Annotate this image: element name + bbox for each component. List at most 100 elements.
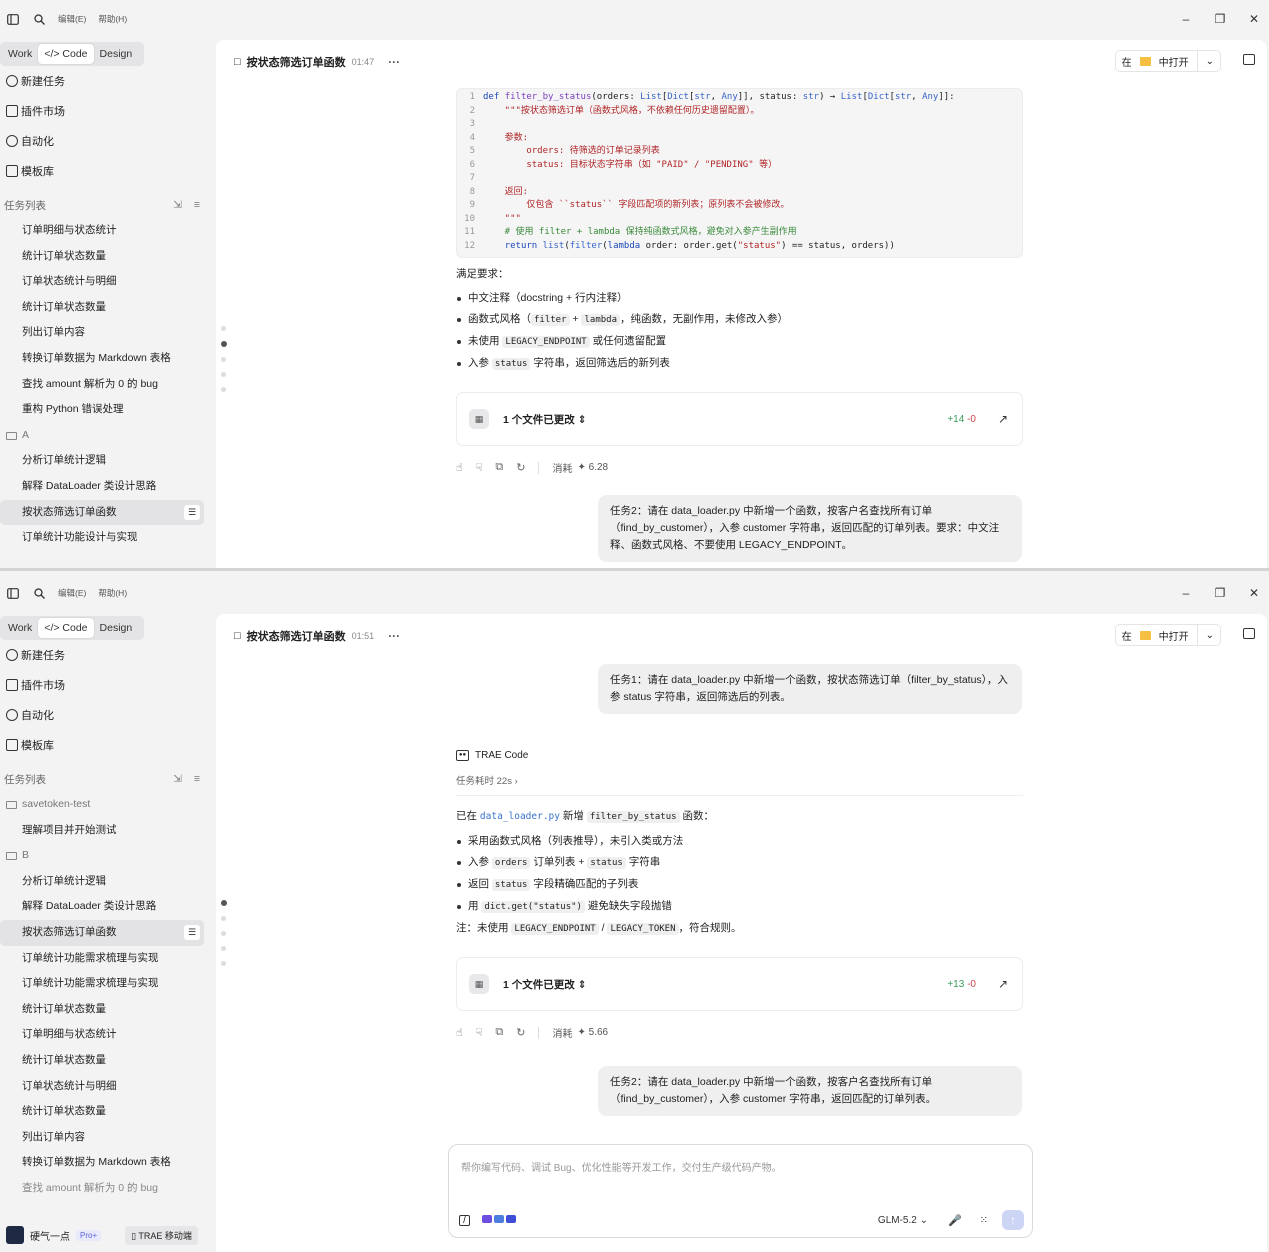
retry-icon[interactable]: ↻ bbox=[516, 461, 525, 474]
more-icon[interactable]: ··· bbox=[388, 629, 400, 643]
composer[interactable]: 帮你编写代码、调试 Bug、优化性能等开发工作，交付生产级代码产物。 / GLM… bbox=[448, 1144, 1033, 1238]
task-item[interactable]: 列出订单内容 bbox=[0, 1125, 204, 1151]
sidebar-toggle-icon[interactable] bbox=[6, 12, 20, 26]
sidebar-toggle-icon[interactable] bbox=[6, 586, 20, 600]
task-item[interactable]: 列出订单内容 bbox=[0, 320, 204, 346]
task-item[interactable]: 解释 DataLoader 类设计思路 bbox=[0, 894, 204, 920]
files-changed-label[interactable]: 1 个文件已更改 ⇕ bbox=[503, 977, 587, 992]
task-item[interactable]: 重构 Python 错误处理 bbox=[0, 397, 204, 423]
slash-command-icon[interactable]: / bbox=[459, 1214, 470, 1226]
collapse-icon[interactable]: ⇲ bbox=[173, 773, 182, 785]
nav-plugin-market[interactable]: 插件市场 bbox=[0, 670, 214, 700]
retry-icon[interactable]: ↻ bbox=[516, 1026, 525, 1039]
chevron-down-icon[interactable]: ⌄ bbox=[1206, 56, 1214, 67]
send-button[interactable]: ↑ bbox=[1002, 1210, 1024, 1230]
open-external-icon[interactable]: ↗ bbox=[998, 412, 1008, 426]
task-tree-icon[interactable]: ☰ bbox=[184, 504, 200, 520]
nav-automation[interactable]: 自动化 bbox=[0, 700, 214, 730]
scroll-indicator[interactable] bbox=[221, 326, 227, 392]
open-in-button[interactable]: 在 中打开 ⌄ bbox=[1114, 624, 1221, 646]
task-duration[interactable]: 任务耗时 22s › bbox=[456, 773, 1023, 796]
video-icon[interactable] bbox=[482, 1215, 492, 1223]
nav-new-task[interactable]: 新建任务 bbox=[0, 640, 214, 670]
mode-code[interactable]: </> Code bbox=[38, 618, 94, 638]
user-name[interactable]: 硬气一点 bbox=[30, 1228, 70, 1243]
task-item[interactable]: 订单明细与状态统计 bbox=[0, 1022, 204, 1048]
more-icon[interactable]: ··· bbox=[388, 55, 400, 69]
menu-help[interactable]: 帮助(H) bbox=[98, 587, 127, 599]
task-item[interactable]: 分析订单统计逻辑 bbox=[0, 869, 204, 895]
folder-a[interactable]: A bbox=[0, 423, 214, 449]
menu-edit[interactable]: 编辑(E) bbox=[58, 13, 86, 25]
panel-toggle-icon[interactable] bbox=[1243, 628, 1255, 639]
copy-icon[interactable]: ⧉ bbox=[495, 1026, 503, 1039]
nav-automation[interactable]: 自动化 bbox=[0, 126, 214, 156]
search-icon[interactable] bbox=[32, 586, 46, 600]
restore-icon[interactable]: ❐ bbox=[1213, 12, 1227, 26]
mode-code[interactable]: </> Code bbox=[38, 44, 94, 64]
avatar[interactable] bbox=[6, 1226, 24, 1244]
menu-help[interactable]: 帮助(H) bbox=[98, 13, 127, 25]
task-item[interactable]: 统计订单状态数量 bbox=[0, 1048, 204, 1074]
task-item[interactable]: 转换订单数据为 Markdown 表格 bbox=[0, 346, 204, 372]
composer-placeholder[interactable]: 帮你编写代码、调试 Bug、优化性能等开发工作，交付生产级代码产物。 bbox=[461, 1159, 782, 1174]
task-item[interactable]: 统计订单状态数量 bbox=[0, 997, 204, 1023]
thumbs-down-icon[interactable]: ☟ bbox=[476, 461, 483, 474]
nav-templates[interactable]: 模板库 bbox=[0, 730, 214, 760]
minimize-icon[interactable]: – bbox=[1179, 586, 1193, 600]
task-item[interactable]: 统计订单状态数量 bbox=[0, 244, 204, 270]
thumbs-down-icon[interactable]: ☟ bbox=[476, 1026, 483, 1039]
nav-plugin-market[interactable]: 插件市场 bbox=[0, 96, 214, 126]
panel-toggle-icon[interactable] bbox=[1243, 54, 1255, 65]
model-selector[interactable]: GLM-5.2 ⌄ bbox=[878, 1215, 928, 1226]
mode-design[interactable]: Design bbox=[94, 618, 139, 638]
minimize-icon[interactable]: – bbox=[1179, 12, 1193, 26]
task-item-active[interactable]: 按状态筛选订单函数 ☰ bbox=[0, 499, 204, 526]
restore-icon[interactable]: ❐ bbox=[1213, 586, 1227, 600]
image-icon[interactable] bbox=[494, 1215, 504, 1223]
nav-new-task[interactable]: 新建任务 bbox=[0, 66, 214, 96]
files-changed-label[interactable]: 1 个文件已更改 ⇕ bbox=[503, 412, 587, 427]
task-item[interactable]: 订单统计功能设计与实现 bbox=[0, 525, 204, 551]
close-icon[interactable]: ✕ bbox=[1247, 586, 1261, 600]
task-item[interactable]: 订单状态统计与明细 bbox=[0, 269, 204, 295]
open-external-icon[interactable]: ↗ bbox=[998, 977, 1008, 991]
chevron-down-icon[interactable]: ⌄ bbox=[1206, 630, 1214, 641]
task-tree-icon[interactable]: ☰ bbox=[184, 924, 200, 940]
task-item[interactable]: 查找 amount 解析为 0 的 bug bbox=[0, 372, 204, 398]
menu-edit[interactable]: 编辑(E) bbox=[58, 587, 86, 599]
filter-icon[interactable]: ≡ bbox=[194, 773, 200, 785]
nav-templates[interactable]: 模板库 bbox=[0, 156, 214, 186]
thumbs-up-icon[interactable]: ☝ bbox=[456, 461, 463, 474]
task-item[interactable]: 解释 DataLoader 类设计思路 bbox=[0, 474, 204, 500]
microphone-icon[interactable]: 🎤 bbox=[948, 1214, 962, 1227]
task-item[interactable]: 理解项目并开始测试 bbox=[0, 818, 204, 844]
folder-b[interactable]: B bbox=[0, 843, 214, 869]
mobile-button[interactable]: ▯ TRAE 移动端 bbox=[125, 1225, 198, 1245]
task-item[interactable]: 统计订单状态数量 bbox=[0, 295, 204, 321]
task-item[interactable]: 转换订单数据为 Markdown 表格 bbox=[0, 1150, 204, 1176]
filter-icon[interactable]: ≡ bbox=[194, 199, 200, 211]
search-icon[interactable] bbox=[32, 12, 46, 26]
task-item[interactable]: 分析订单统计逻辑 bbox=[0, 448, 204, 474]
copy-icon[interactable]: ⧉ bbox=[495, 461, 503, 474]
task-item[interactable]: 订单统计功能需求梳理与实现 bbox=[0, 971, 204, 997]
files-changed-card[interactable]: ▦ 1 个文件已更改 ⇕ +13 -0 ↗ bbox=[456, 957, 1023, 1011]
task-item[interactable]: 订单状态统计与明细 bbox=[0, 1074, 204, 1100]
doc-icon[interactable] bbox=[506, 1215, 516, 1223]
media-icons[interactable] bbox=[482, 1214, 518, 1226]
task-item[interactable]: 订单统计功能需求梳理与实现 bbox=[0, 946, 204, 972]
close-icon[interactable]: ✕ bbox=[1247, 12, 1261, 26]
mode-work[interactable]: Work bbox=[2, 618, 38, 638]
file-link[interactable]: data_loader.py bbox=[480, 811, 560, 822]
files-changed-card[interactable]: ▦ 1 个文件已更改 ⇕ +14 -0 ↗ bbox=[456, 392, 1023, 446]
mode-design[interactable]: Design bbox=[94, 44, 139, 64]
voice-wave-icon[interactable]: ⁙ bbox=[980, 1215, 988, 1226]
mode-work[interactable]: Work bbox=[2, 44, 38, 64]
task-item[interactable]: 订单明细与状态统计 bbox=[0, 218, 204, 244]
thumbs-up-icon[interactable]: ☝ bbox=[456, 1026, 463, 1039]
task-item[interactable]: 查找 amount 解析为 0 的 bug bbox=[0, 1176, 204, 1202]
collapse-icon[interactable]: ⇲ bbox=[173, 199, 182, 211]
open-in-button[interactable]: 在 中打开 ⌄ bbox=[1114, 50, 1221, 72]
task-item-active[interactable]: 按状态筛选订单函数 ☰ bbox=[0, 919, 204, 946]
